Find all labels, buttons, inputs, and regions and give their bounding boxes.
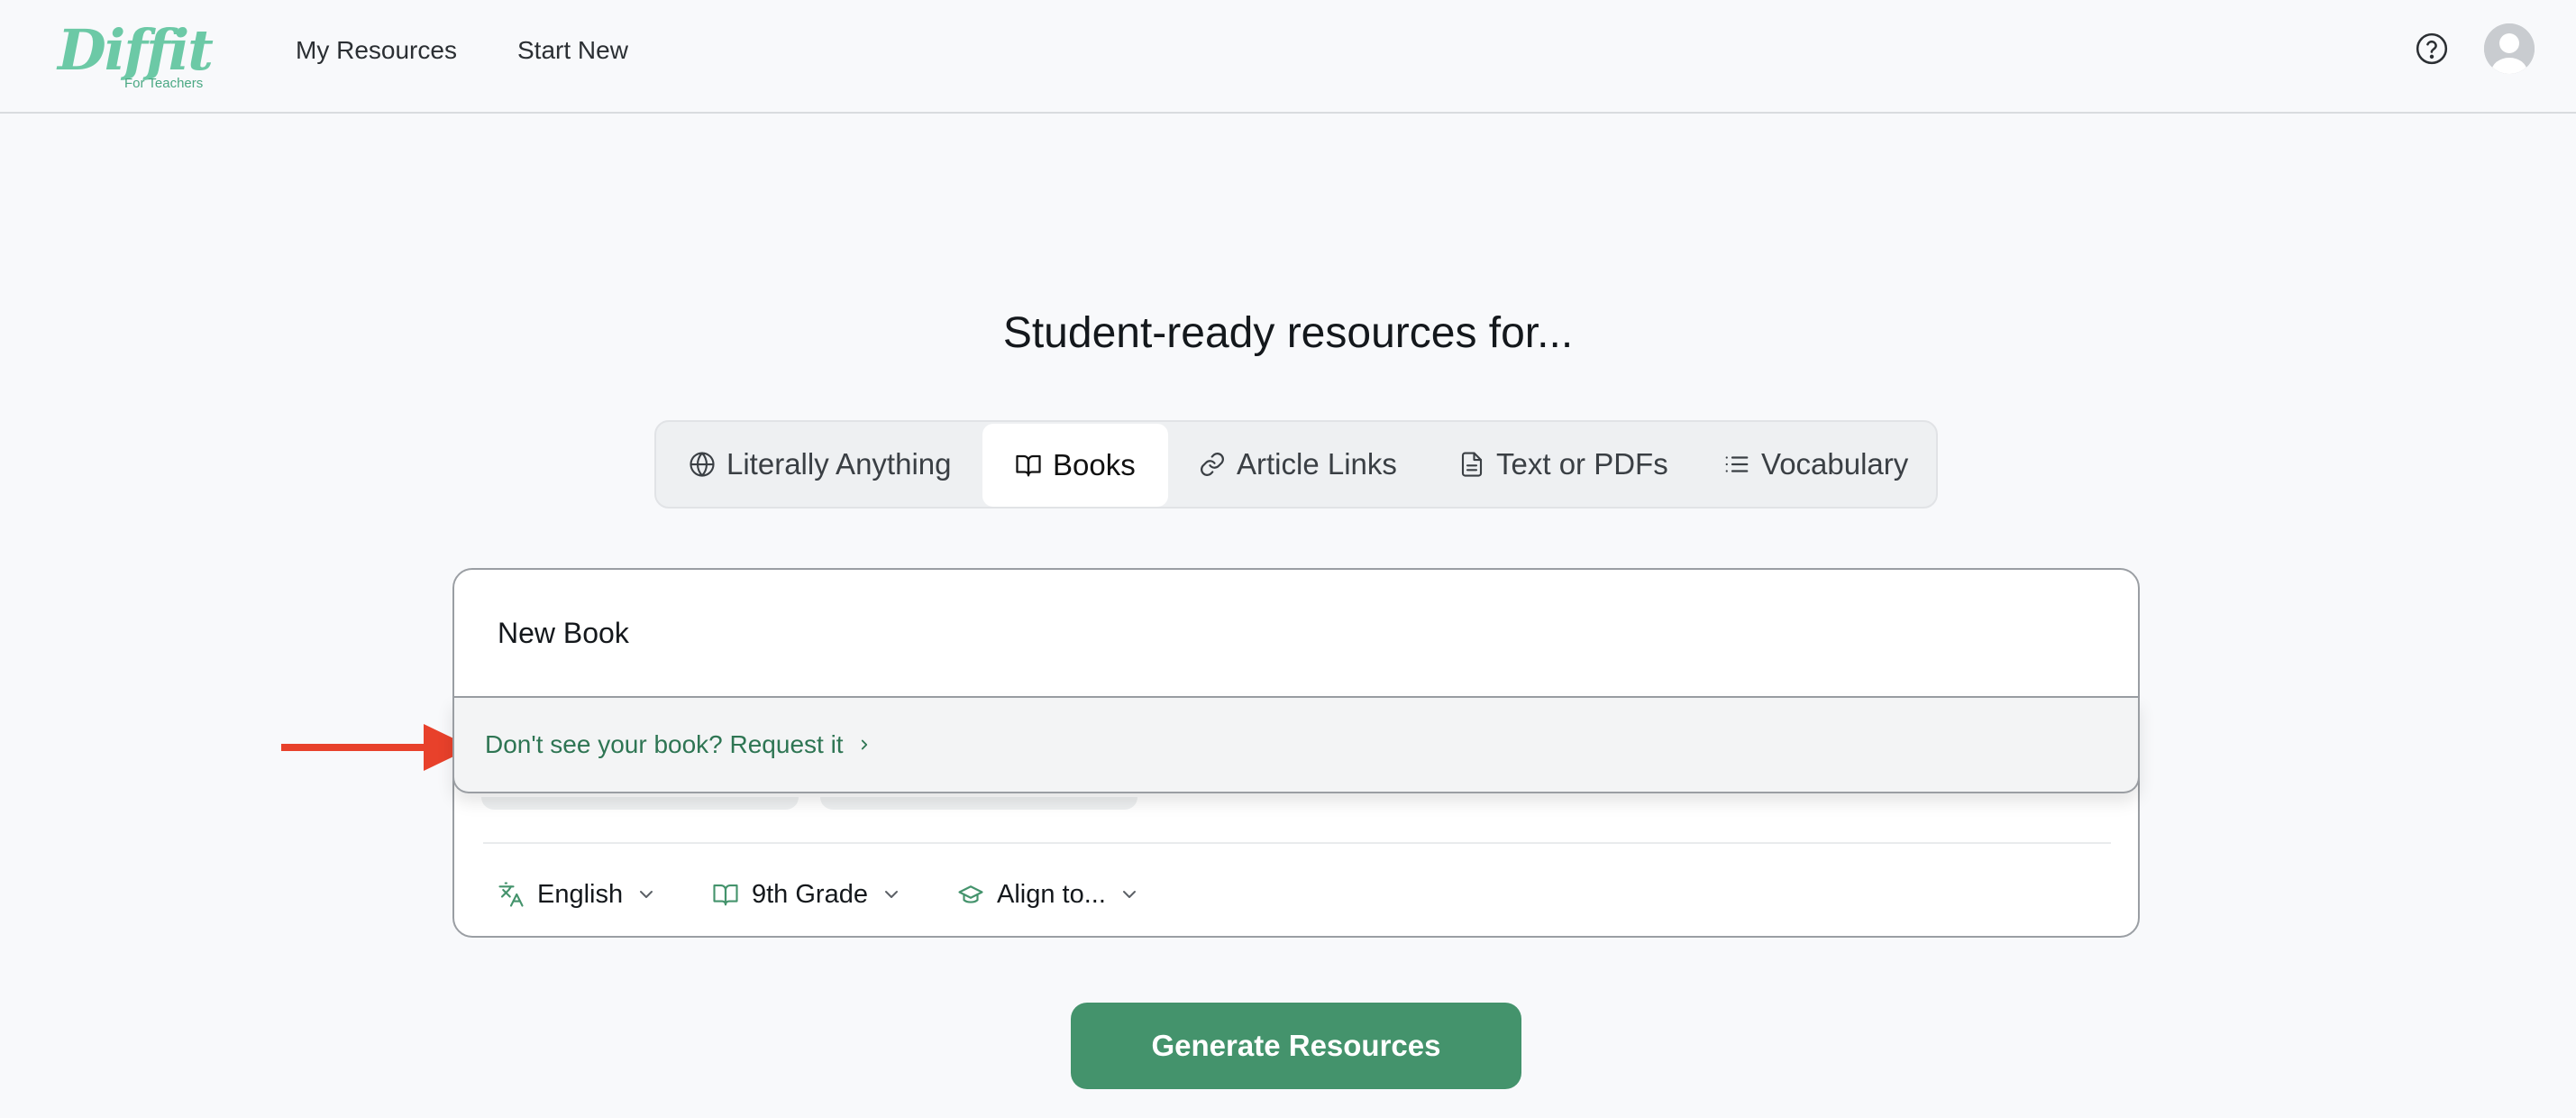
standards-align-select[interactable]: Align to... — [957, 867, 1140, 921]
help-button[interactable] — [2414, 31, 2450, 67]
page-heading: Student-ready resources for... — [1002, 309, 1574, 357]
resource-type-tabs: Literally Anything Books Article Links T… — [654, 420, 1938, 509]
align-value: Align to... — [997, 879, 1106, 909]
nav-start-new[interactable]: Start New — [517, 32, 628, 69]
language-value: English — [537, 879, 624, 909]
tab-label: Literally Anything — [726, 447, 952, 481]
book-open-icon — [1016, 454, 1041, 477]
book-search-card: Don't see your book? Request it English … — [452, 568, 2140, 938]
user-avatar[interactable] — [2484, 23, 2535, 74]
tab-label: Vocabulary — [1761, 447, 1909, 481]
tab-text-or-pdfs[interactable]: Text or PDFs — [1458, 422, 1668, 507]
hidden-suggestion-chip — [820, 797, 1137, 810]
grade-select[interactable]: 9th Grade — [712, 867, 902, 921]
grade-value: 9th Grade — [752, 879, 868, 909]
globe-icon — [690, 452, 715, 477]
generate-resources-button[interactable]: Generate Resources — [1071, 1003, 1521, 1089]
request-book-label: Don't see your book? Request it — [485, 730, 844, 758]
logo-wordmark: Diffit — [58, 17, 214, 83]
book-open-icon — [713, 884, 738, 906]
tab-books[interactable]: Books — [982, 424, 1168, 507]
annotation-arrow-icon — [281, 724, 472, 771]
tab-label: Books — [1053, 448, 1136, 481]
chevron-down-icon — [640, 891, 653, 898]
question-circle-icon — [2416, 32, 2448, 65]
book-search-input[interactable] — [454, 570, 2138, 698]
language-select[interactable]: English — [498, 867, 657, 921]
diffit-logo[interactable]: Diffit For Teachers — [58, 17, 214, 94]
file-text-icon — [1461, 452, 1483, 477]
chevron-down-icon — [1122, 891, 1136, 898]
nav-my-resources[interactable]: My Resources — [296, 32, 457, 69]
top-navbar: Diffit For Teachers My Resources Start N… — [0, 0, 2576, 114]
chevron-right-icon — [861, 739, 867, 750]
chevron-down-icon — [884, 891, 898, 898]
translate-icon — [498, 882, 524, 907]
tab-label: Article Links — [1237, 447, 1397, 481]
options-divider — [483, 842, 2111, 844]
user-avatar-icon — [2484, 23, 2535, 74]
tab-label: Text or PDFs — [1496, 447, 1668, 481]
hidden-suggestion-chip — [481, 797, 799, 810]
tab-literally-anything[interactable]: Literally Anything — [689, 422, 951, 507]
graduation-cap-icon — [958, 885, 983, 903]
list-icon — [1725, 456, 1749, 472]
link-icon — [1201, 453, 1224, 476]
tab-vocabulary[interactable]: Vocabulary — [1723, 422, 1908, 507]
book-suggestions-dropdown: Don't see your book? Request it — [452, 698, 2140, 793]
tab-article-links[interactable]: Article Links — [1199, 422, 1397, 507]
logo-subtitle: For Teachers — [124, 76, 204, 91]
request-book-link[interactable]: Don't see your book? Request it — [485, 725, 872, 765]
